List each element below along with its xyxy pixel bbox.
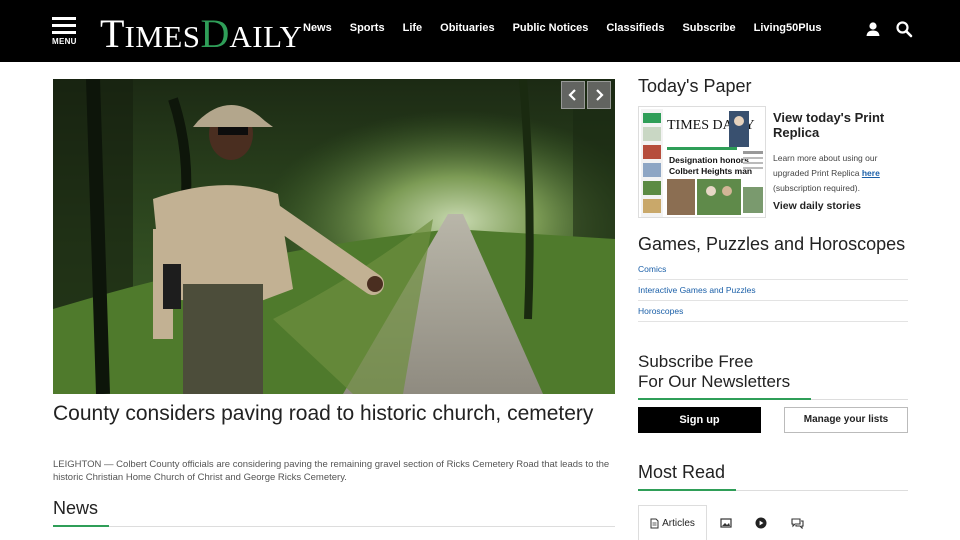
tab-photos[interactable]	[712, 505, 740, 540]
menu-label: MENU	[52, 37, 77, 46]
manage-lists-button[interactable]: Manage your lists	[784, 407, 908, 433]
main-nav: News Sports Life Obituaries Public Notic…	[303, 22, 822, 34]
comments-icon	[790, 517, 804, 529]
print-replica-thumbnail[interactable]: TIMES DAILY Designation honors Colbert H…	[638, 106, 766, 218]
user-account-icon[interactable]	[864, 20, 882, 38]
newsletter-heading: Subscribe Free For Our Newsletters	[638, 352, 791, 391]
thumb-headline: Designation honors Colbert Heights man	[669, 155, 752, 176]
chevron-left-icon	[568, 89, 576, 101]
site-header: MENU TIMESDAILY News Sports Life Obituar…	[0, 0, 960, 62]
print-replica-link[interactable]: View today's Print Replica	[773, 110, 903, 140]
nav-sports[interactable]: Sports	[350, 22, 385, 34]
chevron-right-icon	[596, 89, 604, 101]
nav-news[interactable]: News	[303, 22, 332, 34]
print-replica-description: Learn more about using our upgraded Prin…	[773, 153, 880, 193]
comics-link[interactable]: Comics	[638, 259, 908, 280]
newsletter-signup-button[interactable]: Sign up	[638, 407, 761, 433]
section-underline	[638, 398, 811, 400]
hero-image[interactable]	[53, 79, 615, 394]
divider	[53, 526, 615, 527]
hero-photo-forest-road	[53, 79, 615, 394]
most-read-tabs: Articles	[638, 505, 908, 540]
games-links-list: Comics Interactive Games and Puzzles Hor…	[638, 259, 908, 322]
horoscopes-link[interactable]: Horoscopes	[638, 301, 908, 322]
tab-articles[interactable]: Articles	[638, 505, 707, 540]
games-puzzles-link[interactable]: Interactive Games and Puzzles	[638, 280, 908, 301]
nav-life[interactable]: Life	[403, 22, 423, 34]
nav-subscribe[interactable]: Subscribe	[682, 22, 735, 34]
tab-videos[interactable]	[747, 505, 775, 540]
article-summary: LEIGHTON — Colbert County officials are …	[53, 459, 610, 483]
nav-obituaries[interactable]: Obituaries	[440, 22, 494, 34]
games-section-title: Games, Puzzles and Horoscopes	[638, 234, 906, 254]
nav-classifieds[interactable]: Classifieds	[606, 22, 664, 34]
nav-public-notices[interactable]: Public Notices	[513, 22, 589, 34]
carousel-prev-button[interactable]	[561, 81, 585, 109]
menu-button[interactable]: MENU	[52, 17, 78, 46]
todays-paper-title: Today's Paper	[638, 76, 752, 96]
newspaper-front-page-image: TIMES DAILY Designation honors Colbert H…	[639, 107, 765, 217]
daily-stories-link[interactable]: View daily stories	[773, 200, 861, 212]
section-underline	[53, 525, 109, 527]
carousel-next-button[interactable]	[587, 81, 611, 109]
most-read-title: Most Read	[638, 462, 726, 482]
tab-comments[interactable]	[783, 505, 811, 540]
article-headline[interactable]: County considers paving road to historic…	[53, 401, 613, 426]
section-underline	[638, 489, 736, 491]
section-title-news[interactable]: News	[53, 498, 98, 519]
play-icon	[755, 517, 767, 529]
print-replica-help-link[interactable]: here	[862, 168, 880, 178]
hamburger-icon	[52, 17, 78, 34]
document-icon	[650, 518, 659, 528]
search-icon[interactable]	[895, 20, 913, 38]
image-icon	[720, 518, 732, 528]
site-logo[interactable]: TIMESDAILY	[100, 10, 302, 57]
nav-living50plus[interactable]: Living50Plus	[754, 22, 822, 34]
